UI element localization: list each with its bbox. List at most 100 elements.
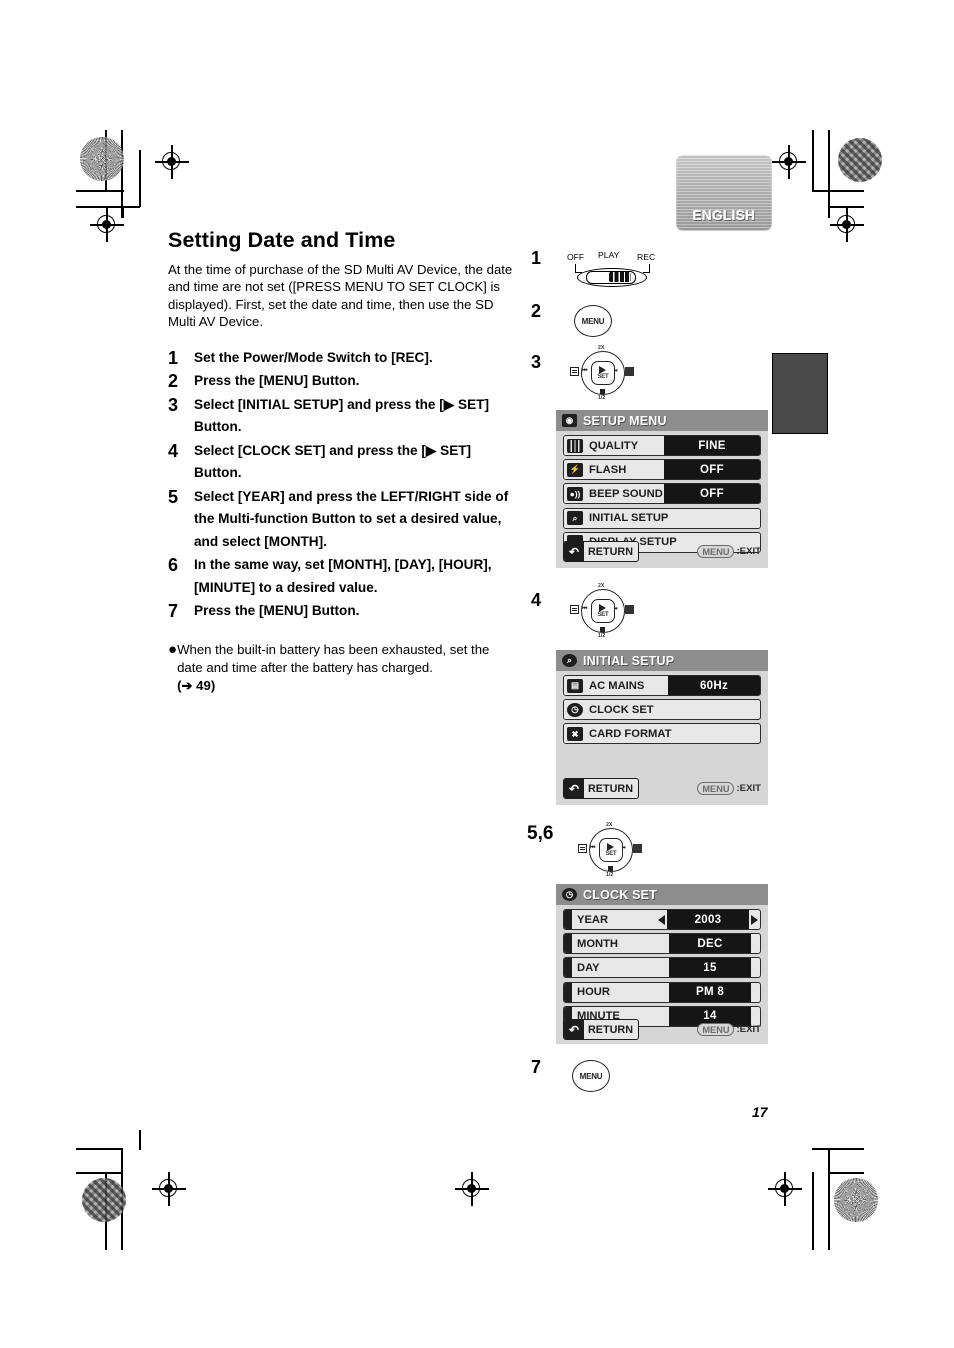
return-button[interactable]: ↶ RETURN [563, 778, 639, 799]
exit-hint-key: MENU [697, 1023, 735, 1036]
return-arrow-icon: ↶ [564, 542, 584, 561]
return-button[interactable]: ↶ RETURN [563, 1019, 639, 1040]
osd-row-quality[interactable]: QUALITY FINE [563, 435, 761, 456]
exit-hint: MENU :EXIT [697, 782, 761, 795]
step-number: 2 [168, 371, 179, 392]
return-button-label: RETURN [588, 782, 633, 795]
exit-hint-key: MENU [697, 782, 735, 795]
mfb-prev-glyph: ⏮ [582, 606, 588, 612]
margin-thumb-index-block [772, 353, 828, 434]
osd-row-value[interactable]: 60Hz [668, 676, 760, 695]
mfb-left-side-button [578, 844, 587, 853]
flash-icon: ⚡ [564, 460, 586, 480]
registration-mark [772, 145, 806, 179]
initial-setup-icon: ⌕ [564, 508, 586, 528]
step-text: Press the [MENU] Button. [194, 603, 360, 619]
exit-hint-key: MENU [697, 545, 735, 558]
osd-row-card-format[interactable]: ✖ CARD FORMAT [563, 723, 761, 745]
osd-clock-set-footer: ↶ RETURN MENU :EXIT [563, 1019, 761, 1040]
multi-function-button-figure-step3: 2X ⏮ ⏭ SET 1/2 [570, 345, 634, 403]
osd-initial-setup-titlebar: ⌕ INITIAL SETUP [556, 650, 768, 671]
osd-row-value[interactable]: OFF [664, 460, 760, 480]
mfb-set-label: SET [597, 374, 609, 380]
step-item: 2 Press the [MENU] Button. [168, 370, 518, 393]
multi-function-button-figure-step4: 2X ⏮ ⏭ SET 1/2 [570, 583, 634, 641]
osd-row-value[interactable]: 2003 [667, 910, 749, 929]
decrement-arrow-icon[interactable] [658, 914, 665, 925]
return-arrow-icon: ↶ [564, 779, 584, 798]
mfb-stop-glyph [600, 389, 605, 394]
return-button-label: RETURN [588, 1023, 633, 1036]
mfb-prev-glyph: ⏮ [582, 368, 588, 374]
osd-row-day[interactable]: DAY 15 [563, 957, 761, 979]
registration-mark [90, 208, 124, 242]
mfb-down-tag: 1/2 [598, 633, 606, 639]
language-tab-label: ENGLISH [692, 208, 756, 223]
mfb-prev-glyph: ⏮ [590, 845, 596, 851]
step-text: Press the [MENU] Button. [194, 373, 360, 389]
osd-row-ac-mains[interactable]: ▤ AC MAINS 60Hz [563, 675, 761, 696]
osd-row-beep-sound[interactable]: ●)) BEEP SOUND OFF [563, 483, 761, 505]
note-bullet-icon: ● [168, 640, 178, 658]
mfb-play-glyph [607, 843, 614, 851]
osd-row-label: INITIAL SETUP [589, 512, 669, 525]
beep-sound-icon: ●)) [564, 484, 586, 504]
step-number: 1 [168, 347, 179, 368]
power-switch-knob [609, 271, 631, 282]
osd-row-month[interactable]: MONTH DEC [563, 933, 761, 955]
osd-row-year[interactable]: YEAR 2003 [563, 909, 761, 930]
return-button[interactable]: ↶ RETURN [563, 541, 639, 562]
power-switch-label-off: OFF [567, 252, 585, 262]
osd-clock-set: ◷ CLOCK SET YEAR 2003 MONTH DEC DAY 15 H… [556, 884, 768, 1044]
page-number: 17 [752, 1104, 768, 1120]
osd-setup-menu-titlebar: ◉ SETUP MENU [556, 410, 768, 431]
osd-clock-set-title: CLOCK SET [583, 887, 658, 902]
osd-row-initial-setup[interactable]: ⌕ INITIAL SETUP [563, 507, 761, 529]
step-text: Select [YEAR] and press the LEFT/RIGHT s… [194, 488, 509, 549]
figure-step-number-1: 1 [531, 248, 542, 268]
osd-row-value[interactable]: OFF [664, 484, 760, 504]
increment-arrow-icon[interactable] [751, 914, 758, 925]
figure-step-number-4: 4 [531, 590, 542, 610]
step-number: 3 [168, 394, 179, 415]
step-item: 3 Select [INITIAL SETUP] and press the [… [168, 394, 518, 439]
row-selection-handle [564, 958, 572, 978]
osd-row-value[interactable]: PM 8 [669, 982, 751, 1002]
osd-row-label: QUALITY [589, 439, 639, 452]
mfb-down-tag: 1/2 [606, 872, 614, 878]
step-item: 6 In the same way, set [MONTH], [DAY], [… [168, 554, 518, 599]
osd-clock-set-titlebar: ◷ CLOCK SET [556, 884, 768, 905]
osd-row-value[interactable]: 15 [669, 958, 751, 978]
osd-row-value[interactable]: DEC [669, 934, 751, 954]
osd-row-clock-set[interactable]: ◷ CLOCK SET [563, 699, 761, 721]
language-tab: ENGLISH [676, 155, 772, 231]
osd-clock-set-rows: YEAR 2003 MONTH DEC DAY 15 HOUR PM 8 MIN… [556, 905, 768, 1027]
step-number: 5 [168, 486, 179, 507]
osd-row-hour[interactable]: HOUR PM 8 [563, 981, 761, 1003]
step-text: Set the Power/Mode Switch to [REC]. [194, 349, 433, 365]
clock-icon: ◷ [562, 888, 577, 901]
mfb-set-label: SET [597, 612, 609, 618]
step-number: 6 [168, 555, 179, 576]
menu-button-figure-step2: MENU [574, 305, 612, 337]
osd-setup-menu-rows: QUALITY FINE ⚡ FLASH OFF ●)) BEEP SOUND … [556, 431, 768, 553]
osd-row-label: FLASH [589, 463, 627, 476]
exit-hint-text: :EXIT [736, 783, 761, 794]
osd-row-value[interactable]: FINE [664, 436, 760, 455]
mfb-set-label: SET [605, 851, 617, 857]
article-text-column: Setting Date and Time At the time of pur… [168, 228, 518, 695]
exit-hint-text: :EXIT [736, 1024, 761, 1035]
step-item: 1 Set the Power/Mode Switch to [REC]. [168, 347, 518, 370]
step-number: 4 [168, 440, 179, 461]
exit-hint-text: :EXIT [736, 546, 761, 557]
osd-row-label: AC MAINS [589, 679, 645, 692]
mfb-right-side-button [625, 605, 634, 614]
osd-initial-setup-title: INITIAL SETUP [583, 653, 675, 668]
osd-row-label: CARD FORMAT [589, 727, 672, 740]
menu-button-figure-step7: MENU [572, 1060, 610, 1092]
osd-row-flash[interactable]: ⚡ FLASH OFF [563, 459, 761, 481]
mfb-left-side-button [570, 367, 579, 376]
osd-setup-menu: ◉ SETUP MENU QUALITY FINE ⚡ FLASH OFF ●)… [556, 410, 768, 568]
camera-icon: ◉ [562, 414, 577, 427]
osd-initial-setup-footer: ↶ RETURN MENU :EXIT [563, 778, 761, 799]
